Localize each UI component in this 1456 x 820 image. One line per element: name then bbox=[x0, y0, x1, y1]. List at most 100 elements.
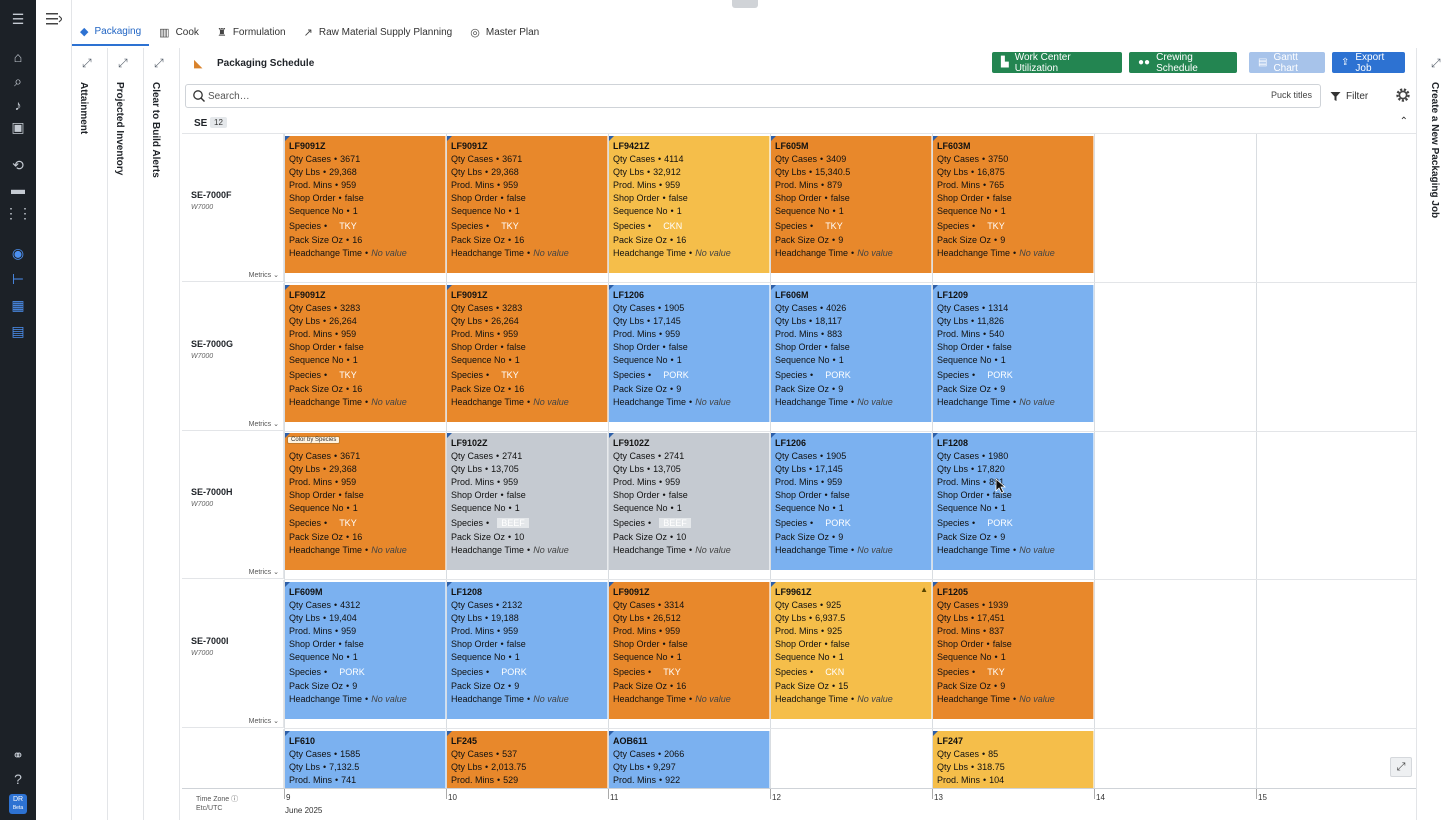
puck-field-headchange: Headchange Time • No value bbox=[613, 545, 731, 555]
schedule-puck[interactable]: LF1208 Qty Cases • 1980 Qty Lbs • 17,820 Prod. … bbox=[933, 433, 1094, 570]
export-job-button[interactable]: ⇪ Export Job bbox=[1332, 52, 1405, 74]
puck-field-species: Species • TKY bbox=[937, 665, 1093, 681]
puck-corner-marker bbox=[933, 285, 938, 290]
warning-icon[interactable]: ▲ bbox=[920, 585, 928, 594]
schedule-puck[interactable]: LF9091Z Qty Cases • 3314 Qty Lbs • 26,512 Prod.… bbox=[609, 582, 770, 719]
puck-field-headchange: Headchange Time • No value bbox=[775, 397, 893, 407]
puck-field-headchange: Headchange Time • No value bbox=[937, 248, 1055, 258]
expand-icon[interactable]: ⤢ bbox=[82, 56, 92, 71]
schedule-puck[interactable]: LF1209 Qty Cases • 1314 Qty Lbs • 11,826 Prod. … bbox=[933, 285, 1094, 422]
schedule-puck[interactable]: LF603M Qty Cases • 3750 Qty Lbs • 16,875 Prod. … bbox=[933, 136, 1094, 273]
row-separator bbox=[284, 282, 1416, 283]
schedule-puck[interactable]: LF9421Z Qty Cases • 4114 Qty Lbs • 32,912 Prod.… bbox=[609, 136, 770, 273]
folder-icon[interactable]: ▬ bbox=[9, 180, 27, 198]
puck-field-shop-order: Shop Order • false bbox=[937, 193, 1012, 203]
puck-field-qty-cases: Qty Cases • 3671 bbox=[289, 451, 361, 461]
side-panel-clear-to-build-alerts[interactable]: ⤢ Clear to Build Alerts bbox=[144, 48, 180, 820]
puck-corner-marker bbox=[285, 136, 290, 141]
puck-field-species: Species • TKY bbox=[937, 219, 1093, 235]
schedule-puck[interactable]: LF245 Qty Cases • 537 Qty Lbs • 2,013.75 Prod. … bbox=[447, 731, 608, 790]
metrics-dropdown[interactable]: Metrics ⌄ bbox=[249, 717, 279, 725]
schedule-puck[interactable]: LF606M Qty Cases • 4026 Qty Lbs • 18,117 Prod. … bbox=[771, 285, 932, 422]
gantt-chart-button[interactable]: ▤ Gantt Chart bbox=[1249, 52, 1325, 74]
schedule-puck[interactable]: LF9091ZColor by SpeciesQty Cases•3671Qty… bbox=[285, 433, 446, 570]
schedule-puck[interactable]: LF9102Z Qty Cases • 2741 Qty Lbs • 13,705 Prod.… bbox=[609, 433, 770, 570]
schedule-puck[interactable]: LF610 Qty Cases • 1585 Qty Lbs • 7,132.5 Prod. … bbox=[285, 731, 446, 790]
expand-icon[interactable]: ⤢ bbox=[154, 56, 164, 71]
group-header[interactable]: SE 12 ⌃ bbox=[182, 112, 1416, 134]
schedule-puck[interactable]: AOB611 Qty Cases • 2066 Qty Lbs • 9,297 Prod. M… bbox=[609, 731, 770, 790]
graph-icon[interactable]: ⚭ bbox=[9, 746, 27, 764]
filter-button[interactable]: Filter bbox=[1330, 86, 1368, 106]
puck-field-shop-order: Shop Order • false bbox=[613, 193, 688, 203]
schedule-puck[interactable]: LF609M Qty Cases • 4312 Qty Lbs • 19,404 Prod. … bbox=[285, 582, 446, 719]
species-tag: TKY bbox=[501, 221, 519, 231]
notification-icon[interactable]: ♪ bbox=[9, 96, 27, 114]
tab-formulation[interactable]: ♜ Formulation bbox=[209, 18, 294, 46]
schedule-puck[interactable]: LF9091Z Qty Cases • 3283 Qty Lbs • 26,264 Prod.… bbox=[447, 285, 608, 422]
puck-field-prod-mins: Prod. Mins • 959 bbox=[451, 180, 519, 190]
schedule-puck[interactable]: LF9091Z Qty Cases • 3671 Qty Lbs • 29,368 Prod.… bbox=[447, 136, 608, 273]
puck-field-headchange: Headchange Time • No value bbox=[451, 545, 569, 555]
tab-master-plan[interactable]: ◎ Master Plan bbox=[462, 18, 547, 46]
metrics-dropdown[interactable]: Metrics ⌄ bbox=[249, 568, 279, 576]
work-center-utilization-button[interactable]: ▙ Work Center Utilization bbox=[992, 52, 1122, 74]
history-icon[interactable]: ⟲ bbox=[9, 156, 27, 174]
puck-field-pack-size: Pack Size Oz • 16 bbox=[451, 235, 525, 245]
puck-field-pack-size: Pack Size Oz • 9 bbox=[775, 532, 844, 542]
chevron-up-icon[interactable]: ⌃ bbox=[1400, 116, 1408, 127]
schedule-puck[interactable]: LF605M Qty Cases • 3409 Qty Lbs • 15,340.5 Prod… bbox=[771, 136, 932, 273]
create-job-panel[interactable]: ⤢ Create a New Packaging Job bbox=[1416, 48, 1456, 820]
search-input[interactable] bbox=[208, 87, 1108, 105]
species-tag: TKY bbox=[987, 221, 1005, 231]
metrics-dropdown[interactable]: Metrics ⌄ bbox=[249, 420, 279, 428]
puck-titles-toggle[interactable]: Puck titles bbox=[1271, 90, 1312, 100]
schedule-puck[interactable]: LF1206 Qty Cases • 1905 Qty Lbs • 17,145 Prod. … bbox=[771, 433, 932, 570]
puck-field-qty-cases: Qty Cases • 537 bbox=[451, 749, 518, 759]
tab-cook[interactable]: ▥ Cook bbox=[151, 18, 207, 46]
puck-field-sequence-no: Sequence No • 1 bbox=[289, 503, 358, 513]
axis-tick-label: 15 bbox=[1258, 793, 1267, 802]
menu-icon[interactable]: ☰ bbox=[9, 10, 27, 28]
puck-title: LF9091Z bbox=[451, 141, 488, 151]
schedule-puck[interactable]: LF9102Z Qty Cases • 2741 Qty Lbs • 13,705 Prod.… bbox=[447, 433, 608, 570]
gear-icon[interactable] bbox=[1394, 86, 1412, 104]
collapse-menu-icon[interactable] bbox=[46, 12, 63, 26]
apps-icon[interactable]: ▣ bbox=[9, 118, 27, 136]
puck-field-headchange: Headchange Time • No value bbox=[937, 545, 1055, 555]
puck-field-pack-size: Pack Size Oz • 9 bbox=[937, 384, 1006, 394]
branch-icon[interactable]: ⊢ bbox=[9, 270, 27, 288]
puck-field-shop-order: Shop Order • false bbox=[451, 342, 526, 352]
globe-icon[interactable]: ◉ bbox=[9, 244, 27, 262]
expand-icon[interactable]: ⤢ bbox=[1431, 56, 1441, 71]
puck-field-pack-size: Pack Size Oz • 9 bbox=[937, 235, 1006, 245]
metrics-dropdown[interactable]: Metrics ⌄ bbox=[249, 271, 279, 279]
schedule-puck[interactable]: LF9961Z ▲ Qty Cases • 925 Qty Lbs • 6,937.5 Prod… bbox=[771, 582, 932, 719]
help-icon[interactable]: ? bbox=[9, 770, 27, 788]
puck-field-sequence-no: Sequence No • 1 bbox=[613, 206, 682, 216]
schedule-puck[interactable]: LF1208 Qty Cases • 2132 Qty Lbs • 19,188 Prod. … bbox=[447, 582, 608, 719]
schedule-puck[interactable]: LF247 Qty Cases • 85 Qty Lbs • 318.75 Prod. Min… bbox=[933, 731, 1094, 790]
tab-packaging[interactable]: ◆ Packaging bbox=[72, 18, 150, 46]
window-handle[interactable] bbox=[732, 0, 758, 8]
crewing-schedule-button[interactable]: ●● Crewing Schedule bbox=[1129, 52, 1237, 74]
document-icon[interactable]: ▤ bbox=[9, 322, 27, 340]
expand-icon[interactable]: ⤢ bbox=[118, 56, 128, 71]
tab-raw-material-supply-planning[interactable]: ↗ Raw Material Supply Planning bbox=[296, 18, 461, 46]
puck-field-qty-cases: Qty Cases • 3671 bbox=[451, 154, 523, 164]
chevron-down-icon: ⌄ bbox=[271, 272, 279, 279]
schedule-puck[interactable]: LF1206 Qty Cases • 1905 Qty Lbs • 17,145 Prod. … bbox=[609, 285, 770, 422]
row-label-next bbox=[182, 729, 284, 790]
side-panel-projected-inventory[interactable]: ⤢ Projected Inventory bbox=[108, 48, 144, 820]
schedule-puck[interactable]: LF9091Z Qty Cases • 3671 Qty Lbs • 29,368 Prod.… bbox=[285, 136, 446, 273]
fullscreen-button[interactable]: ⤢ bbox=[1390, 757, 1412, 777]
schedule-puck[interactable]: LF9091Z Qty Cases • 3283 Qty Lbs • 26,264 Prod.… bbox=[285, 285, 446, 422]
side-panel-attainment[interactable]: ⤢ Attainment bbox=[72, 48, 108, 820]
calendar-icon[interactable]: ▦ bbox=[9, 296, 27, 314]
grid-icon[interactable]: ⋮⋮ bbox=[4, 204, 32, 222]
schedule-puck[interactable]: LF1205 Qty Cases • 1939 Qty Lbs • 17,451 Prod. … bbox=[933, 582, 1094, 719]
user-icon[interactable]: DR Beta bbox=[9, 794, 27, 814]
home-icon[interactable]: ⌂ bbox=[9, 48, 27, 66]
search-icon[interactable]: ⌕ bbox=[9, 72, 27, 90]
export-icon: ⇪ bbox=[1341, 57, 1350, 68]
